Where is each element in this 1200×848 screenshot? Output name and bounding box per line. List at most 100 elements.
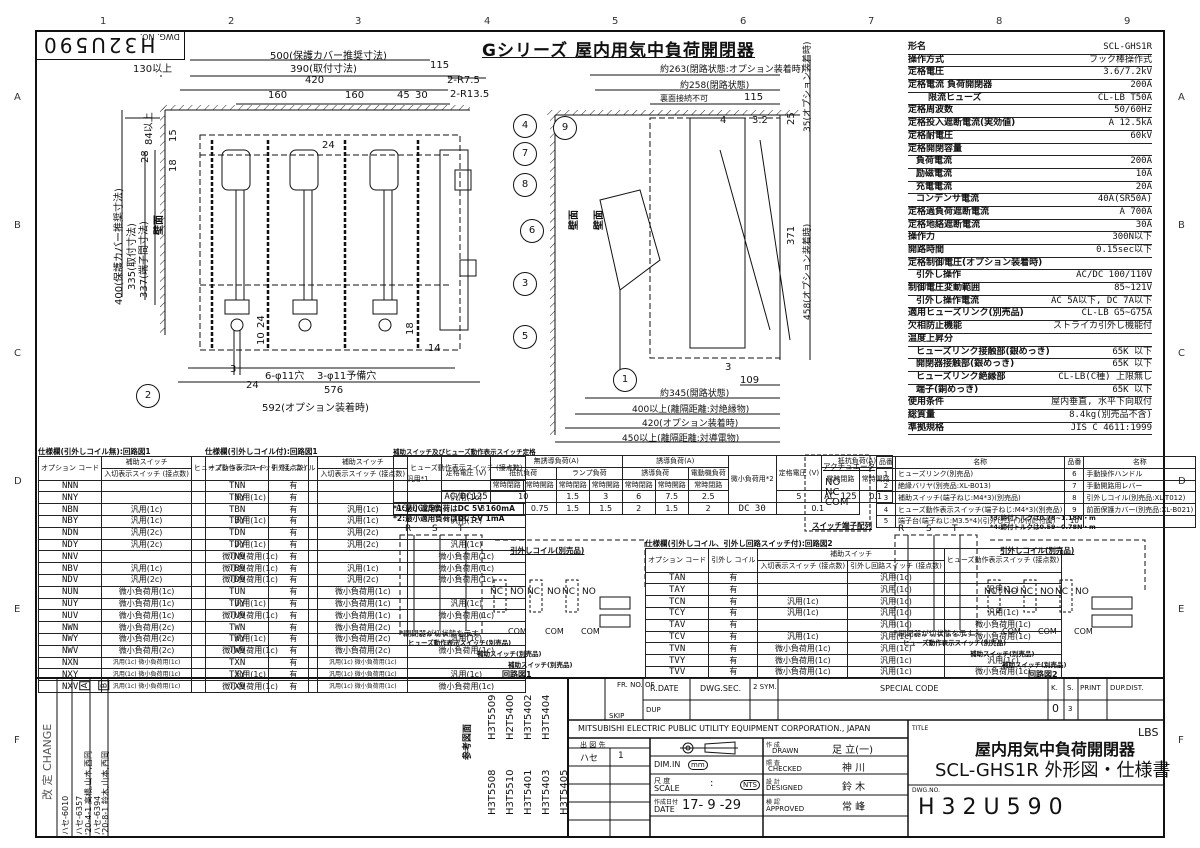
tb-designed: DESIGNED bbox=[766, 784, 803, 792]
spec-key: 開路時間 bbox=[908, 245, 945, 255]
table-cell: 汎用(2c) bbox=[101, 573, 192, 587]
parts-header-no: 品番 bbox=[876, 456, 896, 469]
actuator-caption: スイッチ端子配列 bbox=[812, 521, 872, 530]
dim-263: 約263(閉路状態:オプション装着時) bbox=[660, 65, 805, 75]
table-cell: 汎用(1c) 微小負荷用(1c) bbox=[317, 680, 409, 693]
table-cell: 1.5 bbox=[555, 490, 590, 504]
table-cell: 汎用(1c) 微小負荷用(1c) bbox=[101, 680, 192, 693]
t1-header-code: オプション コード bbox=[37, 456, 103, 481]
table-row: TXN 有汎用(1c) 微小負荷用(1c) bbox=[204, 656, 526, 670]
balloon-part-2: 2 bbox=[136, 384, 160, 408]
dim-420-front: 420 bbox=[305, 75, 325, 86]
table-cell: 有 bbox=[268, 668, 319, 682]
c2-phase-s: S bbox=[926, 524, 932, 534]
table-cell: 2 bbox=[876, 479, 896, 493]
table-cell: NUY bbox=[37, 597, 103, 611]
t1-header-aux: 補助スイッチ bbox=[101, 456, 192, 469]
table-row: TDN 有汎用(2c) bbox=[204, 526, 526, 540]
table-cell: 汎用(1c) bbox=[847, 583, 945, 597]
table-cell: 有 bbox=[708, 630, 759, 644]
tb-drawn: DRAWN bbox=[772, 747, 799, 755]
table-cell: NWN bbox=[37, 621, 103, 634]
table-cell: AC/DC125 bbox=[441, 490, 491, 504]
spec-key: 形名 bbox=[908, 42, 927, 52]
table-row: TUV 有微小負荷用(1c) 微小負荷用(1c) bbox=[204, 609, 526, 623]
table-row: TXY 有汎用(1c) 微小負荷用(1c) 汎用(1c) bbox=[204, 668, 526, 682]
table-cell: TWY bbox=[204, 632, 270, 646]
table-cell: 汎用(1c) 微小負荷用(1c) bbox=[317, 668, 409, 682]
spec-value: CL-LB T50A bbox=[1097, 92, 1152, 103]
c1-nc-3: NC bbox=[562, 587, 576, 597]
spec-key: 適用ヒューズリンク(別売品) bbox=[908, 308, 1024, 319]
parts-row: 2 絶縁バリヤ(別売品:XL-B013) 7 手動開路用レバー bbox=[876, 479, 1197, 493]
dim-450: 450以上(離隔距離:対導電物) bbox=[622, 434, 740, 444]
table-cell: NNV bbox=[37, 550, 103, 564]
table-cell: 絶縁バリヤ(別売品:XL-B013) bbox=[894, 479, 1066, 493]
c2-com-1: COM bbox=[1002, 627, 1021, 636]
c2-coil-label: 引外しコイル(別売品) bbox=[1000, 546, 1075, 555]
table-cell: NBV bbox=[37, 562, 103, 575]
tb-s-value: 3 bbox=[1068, 705, 1073, 713]
spec-value: AC/DC 100/110V bbox=[1076, 270, 1152, 281]
table-cell bbox=[101, 550, 192, 564]
table-cell: NBY bbox=[37, 514, 103, 528]
table-cell: NDV bbox=[37, 573, 103, 587]
spec-row: 定格電圧 3.6/7.2kV bbox=[908, 67, 1152, 81]
tb-s: S. bbox=[1067, 684, 1074, 692]
spec-value: ストライカ引外し機能付 bbox=[1052, 321, 1152, 332]
spec-row: 総質量 8.4kg(別売品不含) bbox=[908, 410, 1152, 423]
table-cell: TWN bbox=[204, 621, 270, 634]
dim-30: 30 bbox=[415, 90, 428, 101]
table-cell bbox=[101, 491, 192, 505]
table-cell: NDY bbox=[37, 538, 103, 552]
spec-key: 温度上昇分 bbox=[908, 333, 954, 344]
table-cell: 手動開路用レバー bbox=[1083, 479, 1197, 493]
table-row: TXV 有汎用(1c) 微小負荷用(1c) 微小負荷用(1c) bbox=[204, 680, 526, 693]
dim-24-mid: 24 bbox=[256, 315, 267, 328]
rt-motor: 電動機負荷 bbox=[687, 466, 729, 480]
fuse-assembly-1 bbox=[221, 149, 251, 375]
change-date-2: '20-8-1 鈴木,山本,西岡 bbox=[101, 751, 110, 835]
spec-value: A 12.5kA bbox=[1108, 118, 1152, 129]
table-cell: 汎用(1c) bbox=[407, 597, 526, 611]
spec-value: 85~121V bbox=[1114, 283, 1152, 294]
tb-company: MITSUBISHI ELECTRIC PUBLIC UTILITY EQUIP… bbox=[578, 724, 871, 733]
tb-destination: ハセ bbox=[580, 754, 599, 764]
table-cell: 微小負荷用(1c) bbox=[407, 562, 526, 575]
projection-symbol-icon bbox=[680, 741, 738, 755]
spec-row: 引外し操作電流 AC 5A以下, DC 7A以下 bbox=[908, 296, 1152, 309]
spec-value: 300N以下 bbox=[1112, 232, 1152, 243]
table-cell: TUY bbox=[204, 597, 270, 611]
spec-key: 定格電流 負荷開閉器 bbox=[908, 80, 993, 91]
spec-key: 総質量 bbox=[908, 409, 936, 420]
t2-header-coil: 引外し コイル bbox=[268, 456, 319, 481]
label-no-back-connection: 裏面接続不可 bbox=[660, 94, 708, 103]
table-cell bbox=[943, 571, 1063, 585]
table-cell: 微小負荷用(1c) bbox=[317, 585, 409, 599]
spec-row: 開閉器接触部(銀めっき) 65K 以下 bbox=[908, 359, 1152, 372]
table-cell bbox=[1083, 514, 1197, 528]
spec-row: 定格過負荷遮断電流 A 700A bbox=[908, 207, 1152, 220]
table-cell: 微小負荷用(1c) bbox=[407, 573, 526, 587]
table-cell: 有 bbox=[708, 654, 759, 667]
table-cell bbox=[407, 526, 526, 540]
wall-hatch-side bbox=[550, 115, 555, 435]
wall-label-side-2: 壁面 bbox=[594, 210, 605, 230]
spec-value: 0.15sec以下 bbox=[1096, 245, 1152, 255]
table-cell: NNY bbox=[37, 491, 103, 505]
c1-com-1: COM bbox=[508, 627, 527, 636]
table-cell: 1.5 bbox=[555, 502, 590, 515]
spec-key: 開閉器接触部(銀めっき) bbox=[916, 359, 1015, 370]
table-cell: 1 bbox=[876, 467, 896, 481]
table-row: TAY 有汎用(1c) 汎用(1c) bbox=[644, 583, 1063, 597]
change-mark-b: B bbox=[98, 680, 110, 691]
table-cell: 7 bbox=[1064, 479, 1085, 493]
spec-key: 定格周波数 bbox=[908, 105, 954, 116]
c1-nc-2: NC bbox=[527, 587, 541, 597]
tb-nts: NTS bbox=[740, 780, 760, 790]
table-cell: 1.5 bbox=[588, 502, 623, 515]
table-cell: TBY bbox=[204, 514, 270, 528]
table-cell: TVV bbox=[644, 665, 710, 679]
tb-r-date: R.DATE bbox=[650, 684, 679, 693]
spec-value: 200A bbox=[1130, 156, 1152, 167]
